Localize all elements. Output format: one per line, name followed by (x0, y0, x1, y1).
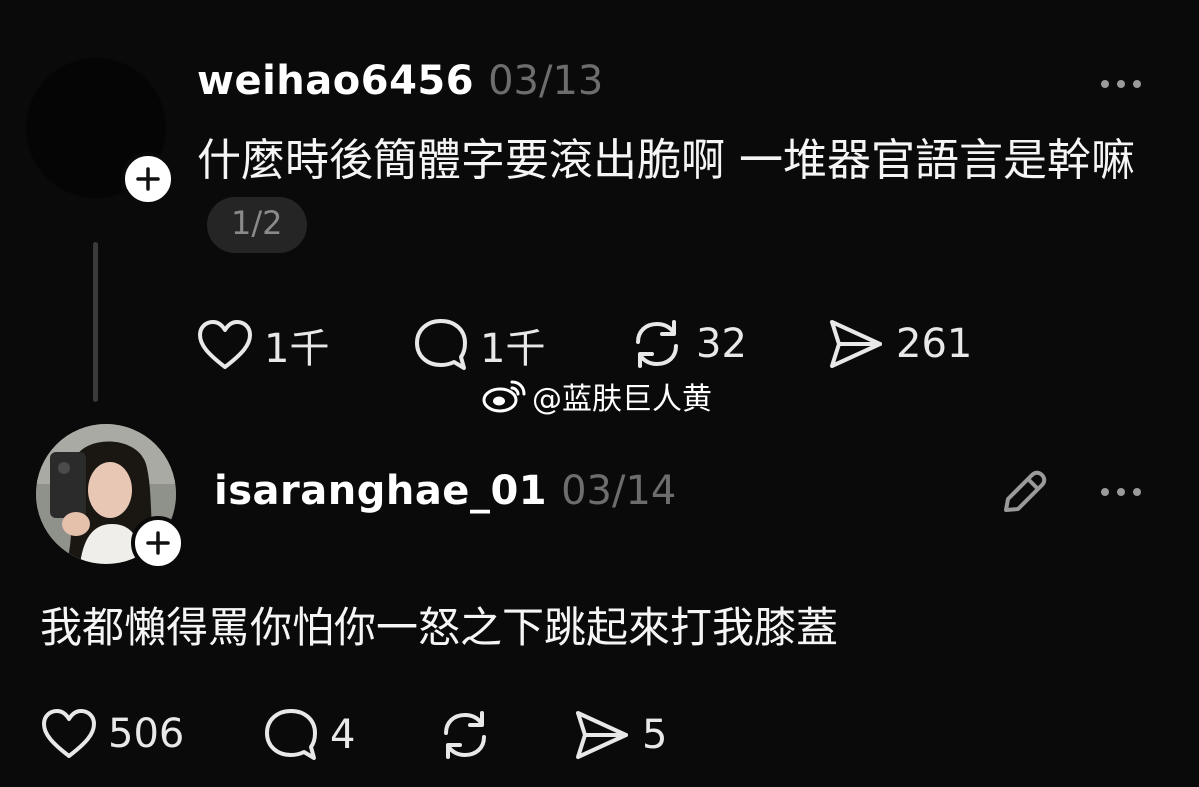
thread-line (93, 242, 98, 402)
post-text-content: 什麼時後簡體字要滾出脆啊 一堆器官語言是幹嘛 (197, 135, 1135, 186)
watermark-text: @蓝肤巨人黄 (532, 382, 712, 417)
username[interactable]: isaranghae_01 (214, 468, 547, 514)
post-header: isaranghae_01 03/14 (214, 468, 676, 514)
more-options-button[interactable] (1098, 483, 1144, 505)
edit-button[interactable] (998, 466, 1050, 522)
post-date: 03/14 (561, 468, 677, 514)
heart-icon (198, 320, 252, 369)
more-options-button[interactable] (1098, 75, 1144, 97)
share-button[interactable]: 5 (572, 707, 667, 763)
follow-button[interactable] (121, 152, 175, 206)
weibo-icon (482, 380, 526, 413)
pencil-icon (1004, 470, 1047, 512)
share-count: 261 (896, 321, 973, 367)
post-header: weihao6456 03/13 (197, 58, 603, 104)
comment-count: 4 (330, 712, 356, 758)
like-button[interactable]: 506 (40, 707, 184, 761)
share-button[interactable]: 261 (826, 316, 972, 372)
send-icon (576, 711, 628, 759)
plus-icon (136, 167, 160, 191)
heart-icon (42, 709, 96, 758)
post-text: 我都懶得罵你怕你一怒之下跳起來打我膝蓋 (40, 603, 839, 652)
page-indicator[interactable]: 1/2 (207, 197, 307, 253)
more-icon (1101, 80, 1141, 88)
repost-button[interactable]: 32 (628, 316, 747, 372)
more-icon (1101, 488, 1141, 496)
repost-icon (444, 711, 486, 759)
comment-count: 1千 (480, 326, 546, 372)
username[interactable]: weihao6456 (197, 58, 474, 104)
comment-button[interactable]: 1千 (412, 316, 545, 374)
repost-button[interactable] (436, 707, 494, 763)
post-text: 什麼時後簡體字要滾出脆啊 一堆器官語言是幹嘛 1/2 (197, 128, 1157, 260)
like-count: 1千 (264, 326, 330, 372)
repost-count: 32 (696, 321, 747, 367)
send-icon (830, 320, 882, 368)
repost-icon (636, 320, 678, 368)
share-count: 5 (642, 712, 668, 758)
like-button[interactable]: 1千 (196, 316, 329, 374)
like-count: 506 (108, 711, 185, 757)
watermark: @蓝肤巨人黄 (482, 374, 712, 418)
comment-icon (265, 709, 317, 760)
follow-button[interactable] (131, 516, 185, 570)
post-date: 03/13 (488, 58, 604, 104)
comment-button[interactable]: 4 (262, 707, 355, 763)
plus-icon (146, 531, 170, 555)
comment-icon (415, 319, 467, 370)
